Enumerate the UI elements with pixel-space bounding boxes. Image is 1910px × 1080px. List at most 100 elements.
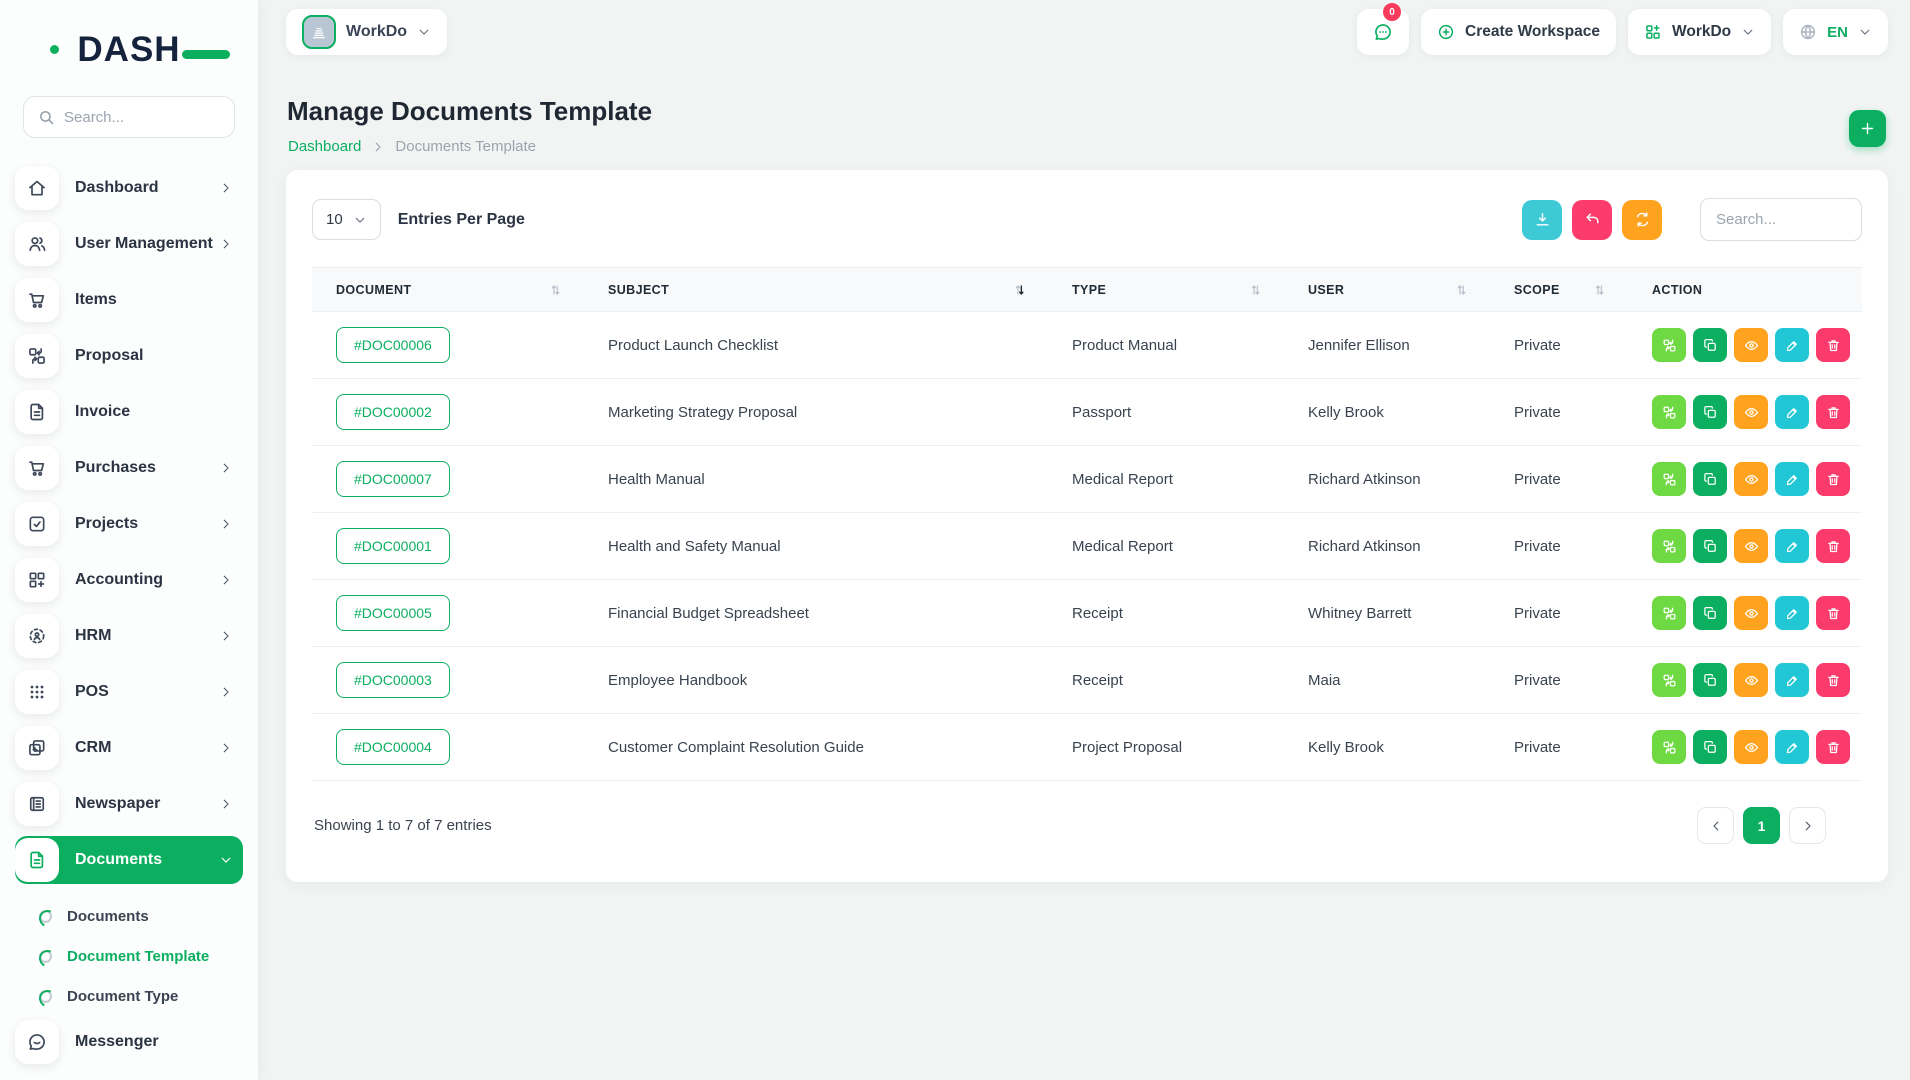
view-button[interactable] bbox=[1734, 663, 1768, 697]
sort-icon-active[interactable] bbox=[1012, 283, 1026, 297]
duplicate-button[interactable] bbox=[1693, 328, 1727, 362]
table-toolbar: 10 Entries Per Page bbox=[312, 198, 1862, 241]
document-id-badge[interactable]: #DOC00005 bbox=[336, 595, 450, 631]
sidebar-item-newspaper[interactable]: Newspaper bbox=[15, 780, 243, 828]
type-cell: Project Proposal bbox=[1048, 714, 1284, 781]
language-code: EN bbox=[1827, 24, 1848, 41]
column-header-subject[interactable]: SUBJECT bbox=[584, 268, 1048, 312]
convert-button[interactable] bbox=[1652, 462, 1686, 496]
sidebar-item-proposal[interactable]: Proposal bbox=[15, 332, 243, 380]
submenu-item-document-type[interactable]: Document Type bbox=[39, 976, 243, 1016]
duplicate-button[interactable] bbox=[1693, 596, 1727, 630]
sidebar-item-messenger[interactable]: Messenger bbox=[15, 1018, 243, 1066]
document-id-badge[interactable]: #DOC00006 bbox=[336, 327, 450, 363]
brand-logo[interactable]: DASH bbox=[54, 30, 204, 70]
copy-icon bbox=[1703, 338, 1718, 353]
view-button[interactable] bbox=[1734, 328, 1768, 362]
view-button[interactable] bbox=[1734, 596, 1768, 630]
sidebar-item-hrm[interactable]: HRM bbox=[15, 612, 243, 660]
delete-button[interactable] bbox=[1816, 730, 1850, 764]
document-id-badge[interactable]: #DOC00004 bbox=[336, 729, 450, 765]
sidebar-item-invoice[interactable]: Invoice bbox=[15, 388, 243, 436]
convert-button[interactable] bbox=[1652, 328, 1686, 362]
sort-icon[interactable] bbox=[1248, 283, 1262, 297]
edit-button[interactable] bbox=[1775, 529, 1809, 563]
sort-icon[interactable] bbox=[548, 283, 562, 297]
table-row: #DOC00005Financial Budget SpreadsheetRec… bbox=[312, 580, 1862, 647]
column-header-document[interactable]: DOCUMENT bbox=[312, 268, 584, 312]
create-workspace-button[interactable]: Create Workspace bbox=[1421, 9, 1616, 55]
language-selector[interactable]: EN bbox=[1783, 9, 1888, 55]
sidebar-item-crm[interactable]: CRM bbox=[15, 724, 243, 772]
column-header-type[interactable]: TYPE bbox=[1048, 268, 1284, 312]
convert-button[interactable] bbox=[1652, 395, 1686, 429]
delete-button[interactable] bbox=[1816, 462, 1850, 496]
workspace-selector[interactable]: WorkDo bbox=[286, 9, 447, 55]
edit-button[interactable] bbox=[1775, 462, 1809, 496]
page-number-button[interactable]: 1 bbox=[1743, 807, 1780, 844]
sort-icon[interactable] bbox=[1454, 283, 1468, 297]
sort-icon[interactable] bbox=[1592, 283, 1606, 297]
copy-icon bbox=[1703, 606, 1718, 621]
duplicate-button[interactable] bbox=[1693, 730, 1727, 764]
view-button[interactable] bbox=[1734, 730, 1768, 764]
previous-page-button[interactable] bbox=[1697, 807, 1734, 844]
convert-button[interactable] bbox=[1652, 596, 1686, 630]
user-cell: Richard Atkinson bbox=[1284, 446, 1490, 513]
submenu-item-document-template[interactable]: Document Template bbox=[39, 936, 243, 976]
sidebar-item-label: POS bbox=[75, 683, 219, 701]
convert-button[interactable] bbox=[1652, 730, 1686, 764]
view-button[interactable] bbox=[1734, 395, 1768, 429]
edit-button[interactable] bbox=[1775, 328, 1809, 362]
entries-per-page-select[interactable]: 10 bbox=[312, 199, 381, 240]
duplicate-button[interactable] bbox=[1693, 395, 1727, 429]
column-header-scope[interactable]: SCOPE bbox=[1490, 268, 1628, 312]
delete-button[interactable] bbox=[1816, 395, 1850, 429]
scope-cell: Private bbox=[1490, 714, 1628, 781]
sidebar-item-documents[interactable]: Documents bbox=[15, 836, 243, 884]
delete-button[interactable] bbox=[1816, 529, 1850, 563]
edit-button[interactable] bbox=[1775, 663, 1809, 697]
sidebar-search[interactable] bbox=[23, 96, 235, 138]
sidebar-item-pos[interactable]: POS bbox=[15, 668, 243, 716]
delete-button[interactable] bbox=[1816, 596, 1850, 630]
document-id-badge[interactable]: #DOC00001 bbox=[336, 528, 450, 564]
sidebar-item-purchases[interactable]: Purchases bbox=[15, 444, 243, 492]
view-button[interactable] bbox=[1734, 462, 1768, 496]
delete-button[interactable] bbox=[1816, 663, 1850, 697]
document-id-badge[interactable]: #DOC00007 bbox=[336, 461, 450, 497]
convert-button[interactable] bbox=[1652, 529, 1686, 563]
edit-button[interactable] bbox=[1775, 730, 1809, 764]
submenu-item-documents[interactable]: Documents bbox=[39, 896, 243, 936]
table-search-input[interactable] bbox=[1700, 198, 1862, 241]
sidebar-item-dashboard[interactable]: Dashboard bbox=[15, 164, 243, 212]
add-template-button[interactable] bbox=[1849, 110, 1886, 147]
user-cell: Maia bbox=[1284, 647, 1490, 714]
sidebar-item-projects[interactable]: Projects bbox=[15, 500, 243, 548]
column-header-user[interactable]: USER bbox=[1284, 268, 1490, 312]
view-button[interactable] bbox=[1734, 529, 1768, 563]
delete-button[interactable] bbox=[1816, 328, 1850, 362]
edit-button[interactable] bbox=[1775, 395, 1809, 429]
document-id-badge[interactable]: #DOC00003 bbox=[336, 662, 450, 698]
sidebar-search-input[interactable] bbox=[64, 109, 204, 126]
duplicate-button[interactable] bbox=[1693, 529, 1727, 563]
sidebar-item-items[interactable]: Items bbox=[15, 276, 243, 324]
reset-button[interactable] bbox=[1572, 200, 1612, 240]
document-id-badge[interactable]: #DOC00002 bbox=[336, 394, 450, 430]
eye-icon bbox=[1744, 472, 1759, 487]
reload-button[interactable] bbox=[1622, 200, 1662, 240]
duplicate-button[interactable] bbox=[1693, 663, 1727, 697]
sidebar-item-user-management[interactable]: User Management bbox=[15, 220, 243, 268]
convert-button[interactable] bbox=[1652, 663, 1686, 697]
type-cell: Medical Report bbox=[1048, 446, 1284, 513]
export-button[interactable] bbox=[1522, 200, 1562, 240]
app-switcher-button[interactable]: WorkDo bbox=[1628, 9, 1771, 55]
edit-button[interactable] bbox=[1775, 596, 1809, 630]
sidebar-item-accounting[interactable]: Accounting bbox=[15, 556, 243, 604]
duplicate-button[interactable] bbox=[1693, 462, 1727, 496]
breadcrumb-home-link[interactable]: Dashboard bbox=[288, 138, 361, 155]
next-page-button[interactable] bbox=[1789, 807, 1826, 844]
submenu-item-label: Document Type bbox=[67, 988, 178, 1005]
messages-button[interactable]: 0 bbox=[1357, 9, 1409, 55]
